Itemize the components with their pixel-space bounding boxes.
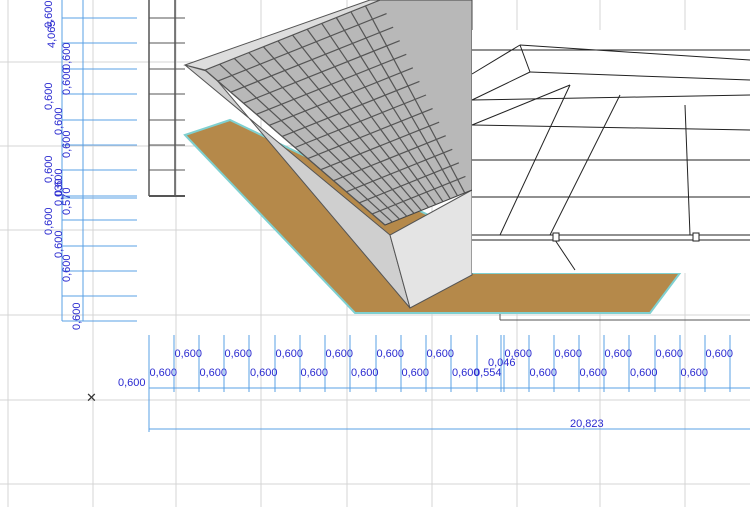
horizontal-dimension-label: 0,600 xyxy=(706,348,734,360)
horizontal-dimension-label: 0,600 xyxy=(250,367,278,379)
vertical-dimension-label: 0,600 xyxy=(61,130,73,158)
total-dimension-label: 20,823 xyxy=(570,418,604,430)
vertical-dimension-label: 0,600 xyxy=(71,302,83,330)
horizontal-dimension-label: 0,600 xyxy=(580,367,608,379)
horizontal-dimension-label: 0,600 xyxy=(630,367,658,379)
vertical-dimension-label: 0,600 xyxy=(61,67,73,95)
vertical-dimension-label: 0,600 xyxy=(61,42,73,70)
vertical-dimension-label: 0,600 xyxy=(61,254,73,282)
cross-marker-icon[interactable]: ✕ xyxy=(86,391,97,404)
horizontal-dimension-label: 0,600 xyxy=(326,348,354,360)
horizontal-dimension-label: 0,600 xyxy=(605,348,633,360)
vertical-dimension-label: 4,065 xyxy=(46,20,58,48)
horizontal-dimension-label: 0,600 xyxy=(150,367,178,379)
horizontal-dimension-label: 0,600 xyxy=(427,348,455,360)
horizontal-dimension-label: 0,600 xyxy=(505,348,533,360)
horizontal-dimension-label: 0,600 xyxy=(530,367,558,379)
horizontal-dimension-label: 0,600 xyxy=(200,367,228,379)
vertical-dimension-label: 0,570 xyxy=(61,187,73,215)
horizontal-dimension-label: 0,600 xyxy=(402,367,430,379)
horizontal-dimension-label: 0,600 xyxy=(276,348,304,360)
horizontal-dimension-label: 0,600 xyxy=(175,348,203,360)
cad-canvas[interactable]: 0,600 4,065 0,600 0,600 0,600 0,600 0,600 0,600… xyxy=(0,0,750,507)
horizontal-dimension-label: 0,600 xyxy=(656,348,684,360)
horizontal-dimension-label: 0,600 xyxy=(377,348,405,360)
section-joint xyxy=(692,232,700,242)
horizontal-dimension-label: 0,600 xyxy=(225,348,253,360)
vertical-dimension-label: 0,600 xyxy=(53,230,65,258)
horizontal-dimension-label: 0,600 xyxy=(555,348,583,360)
horizontal-dimension-label: 0,600 xyxy=(681,367,709,379)
horizontal-dimension-label: 0,600 xyxy=(301,367,329,379)
section-joint xyxy=(552,232,560,242)
drawing[interactable]: 0,6004,0650,6000,6000,6000,6000,6000,600… xyxy=(0,0,750,507)
vertical-dimension-label: 0,600 xyxy=(43,82,55,110)
horizontal-dimension-label: 0,600 xyxy=(351,367,379,379)
section-view xyxy=(472,30,750,273)
horizontal-dimension-label: 0,600 xyxy=(118,377,146,389)
